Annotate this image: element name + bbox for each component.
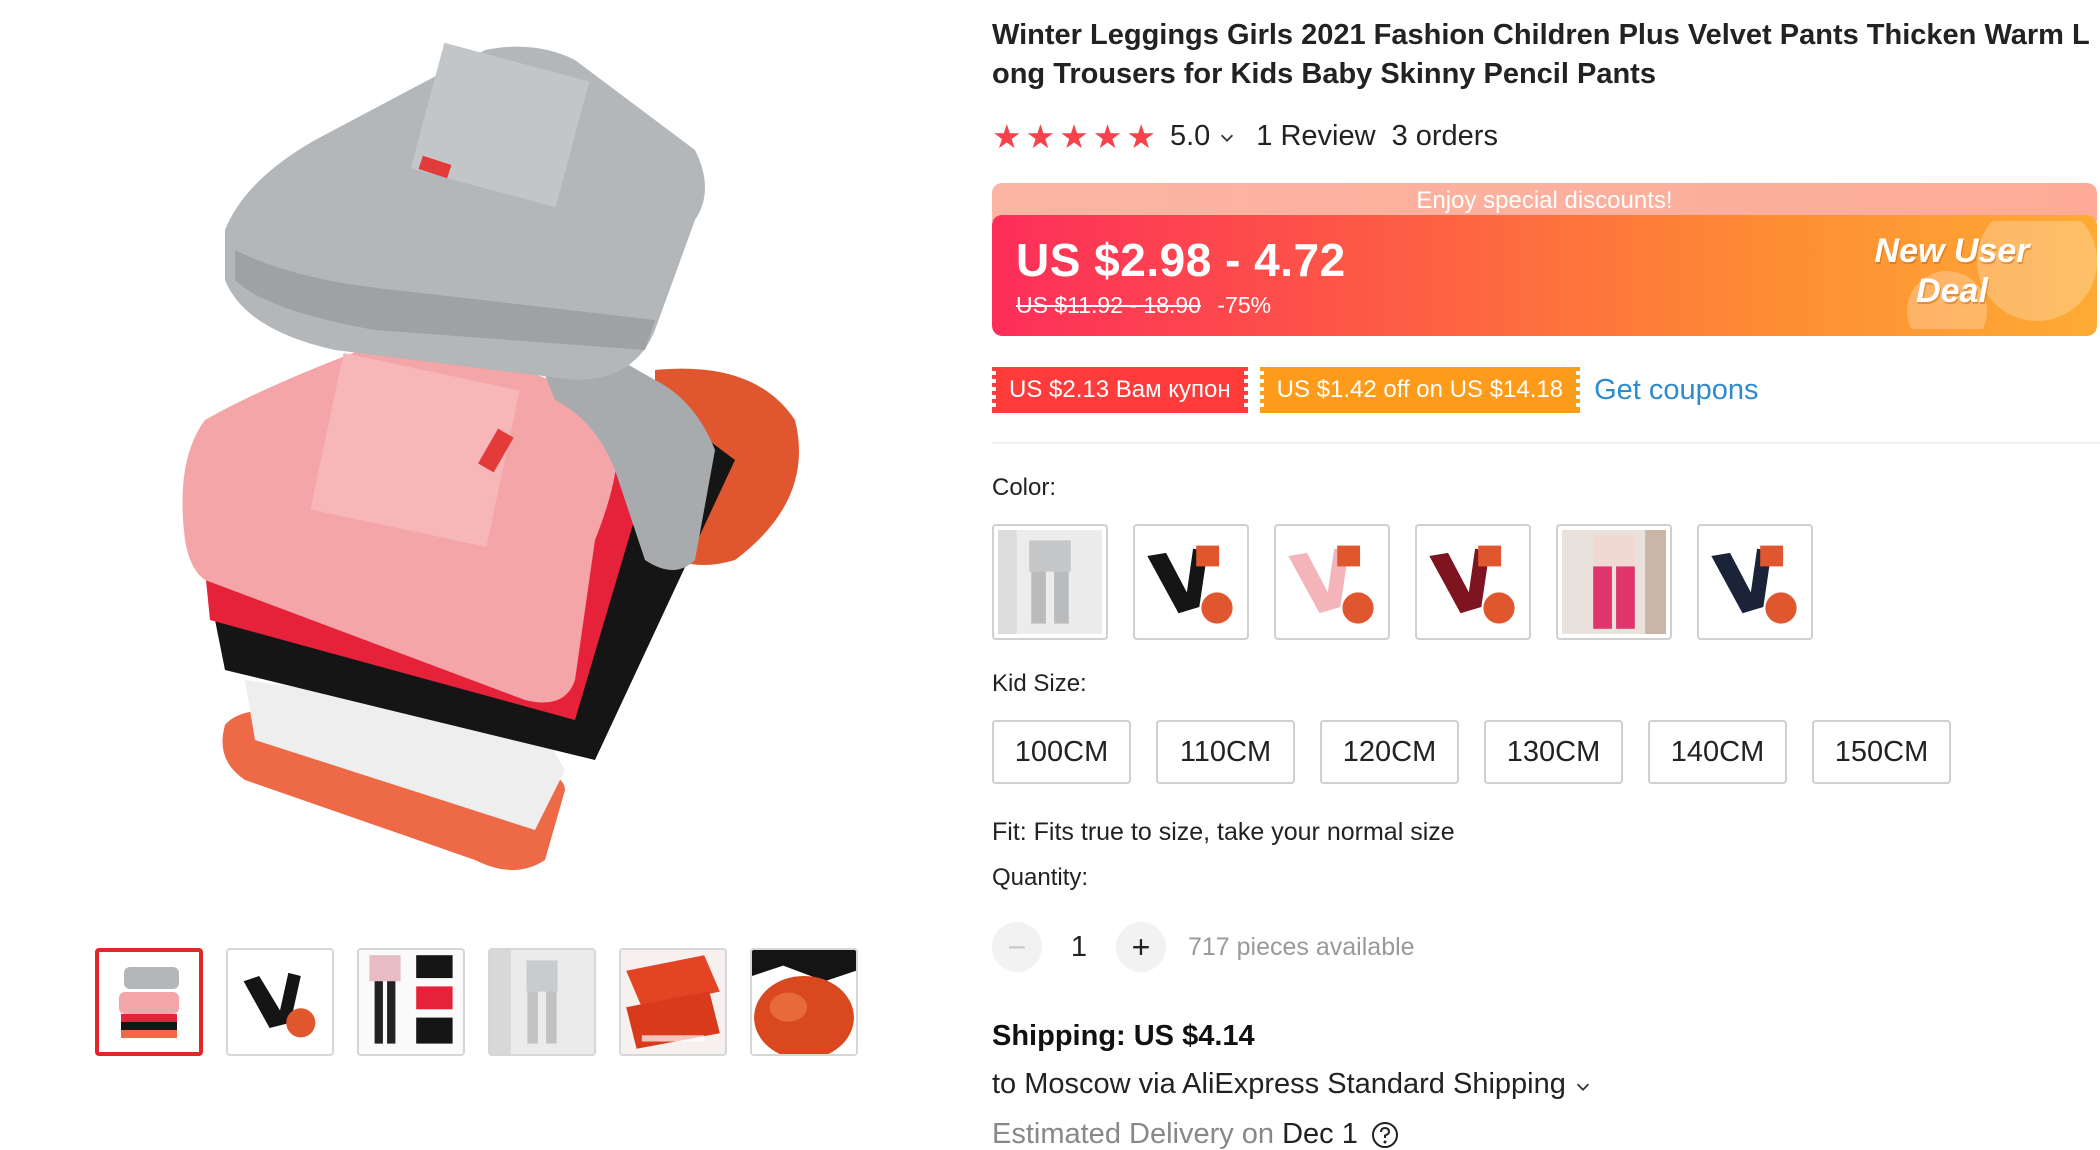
main-product-image[interactable] bbox=[95, 0, 865, 900]
star-icon: ★ bbox=[1025, 117, 1056, 155]
rating-value[interactable]: 5.0 bbox=[1170, 120, 1210, 153]
fit-note: Fit: Fits true to size, take your normal… bbox=[992, 818, 1455, 846]
color-label: Color: bbox=[992, 474, 1057, 501]
new-user-line2: Deal bbox=[1916, 272, 1988, 310]
quantity-label: Quantity: bbox=[992, 864, 1089, 891]
size-label: Kid Size: bbox=[992, 670, 1087, 697]
size-option[interactable]: 130CM bbox=[1484, 720, 1623, 784]
new-user-line1: New User bbox=[1874, 232, 2030, 270]
size-options: 100CM 110CM 120CM 130CM 140CM 150CM bbox=[992, 720, 1951, 784]
color-swatch-grey[interactable] bbox=[992, 524, 1108, 640]
star-icon: ★ bbox=[1126, 117, 1156, 155]
thumbnail-5[interactable] bbox=[619, 948, 727, 1056]
thumbnail-3[interactable] bbox=[357, 948, 465, 1056]
thumbnail-1[interactable] bbox=[95, 948, 203, 1056]
shipping-cost: Shipping: US $4.14 bbox=[992, 1020, 1255, 1052]
star-icon: ★ bbox=[1059, 117, 1089, 155]
color-swatch-wine[interactable] bbox=[1415, 524, 1531, 640]
color-swatch-rose[interactable] bbox=[1556, 524, 1672, 640]
size-option[interactable]: 120CM bbox=[1320, 720, 1459, 784]
color-swatch-pink[interactable] bbox=[1274, 524, 1390, 640]
coupon-select[interactable]: US $1.42 off on US $14.18 bbox=[1259, 367, 1581, 413]
quantity-stepper: − 1 + 717 pieces available bbox=[992, 922, 1415, 972]
coupon-row: US $2.13 Вам купон US $1.42 off on US $1… bbox=[992, 367, 1759, 413]
size-option[interactable]: 110CM bbox=[1156, 720, 1295, 784]
product-info: Winter Leggings Girls 2021 Fashion Child… bbox=[992, 0, 2100, 1150]
estimated-delivery: Estimated Delivery on Dec 1 bbox=[992, 1118, 1400, 1150]
get-coupons-link[interactable]: Get coupons bbox=[1594, 374, 1758, 407]
thumbnail-strip bbox=[95, 948, 865, 1058]
help-icon[interactable] bbox=[1370, 1120, 1400, 1150]
price-panel: US $2.98 - 4.72 US $11.92 - 18.90 -75% N… bbox=[992, 215, 2097, 336]
orders-count: 3 orders bbox=[1391, 119, 1498, 152]
current-price: US $2.98 - 4.72 bbox=[1016, 234, 1346, 286]
delivery-date: Dec 1 bbox=[1282, 1118, 1358, 1150]
quantity-plus-button[interactable]: + bbox=[1116, 922, 1166, 972]
shipping-route-text: to Moscow via AliExpress Standard Shippi… bbox=[992, 1068, 1566, 1100]
pieces-available: 717 pieces available bbox=[1188, 932, 1415, 961]
coupon-store[interactable]: US $2.13 Вам купон bbox=[992, 367, 1248, 413]
original-price-row: US $11.92 - 18.90 -75% bbox=[1016, 292, 1271, 319]
thumbnail-6[interactable] bbox=[750, 948, 858, 1056]
size-option[interactable]: 150CM bbox=[1812, 720, 1951, 784]
size-option[interactable]: 140CM bbox=[1648, 720, 1787, 784]
original-price: US $11.92 - 18.90 bbox=[1016, 292, 1201, 318]
color-swatch-black[interactable] bbox=[1133, 524, 1249, 640]
color-options bbox=[992, 524, 1813, 640]
quantity-minus-button[interactable]: − bbox=[992, 922, 1042, 972]
thumbnail-4[interactable] bbox=[488, 948, 596, 1056]
price-banner: Enjoy special discounts! US $2.98 - 4.72… bbox=[992, 183, 2097, 336]
rating-row: ★ ★ ★ ★ ★ 5.0 1 Review 3 orders bbox=[992, 116, 1498, 156]
new-user-deal-badge: New User Deal bbox=[1837, 231, 2067, 323]
chevron-down-icon bbox=[1576, 1083, 1589, 1091]
discount-percent: -75% bbox=[1217, 292, 1272, 318]
color-swatch-navy[interactable] bbox=[1697, 524, 1813, 640]
star-icon: ★ bbox=[992, 117, 1022, 155]
star-rating: ★ ★ ★ ★ ★ bbox=[992, 120, 1156, 153]
quantity-value[interactable]: 1 bbox=[1054, 931, 1104, 964]
size-option[interactable]: 100CM bbox=[992, 720, 1131, 784]
chevron-down-icon[interactable] bbox=[1218, 129, 1236, 147]
divider bbox=[992, 442, 2100, 444]
thumbnail-2[interactable] bbox=[226, 948, 334, 1056]
reviews-link[interactable]: 1 Review bbox=[1256, 120, 1375, 153]
shipping-route[interactable]: to Moscow via AliExpress Standard Shippi… bbox=[992, 1068, 1592, 1101]
star-icon: ★ bbox=[1092, 117, 1123, 155]
delivery-label: Estimated Delivery on bbox=[992, 1118, 1275, 1150]
product-title: Winter Leggings Girls 2021 Fashion Child… bbox=[992, 19, 2090, 90]
